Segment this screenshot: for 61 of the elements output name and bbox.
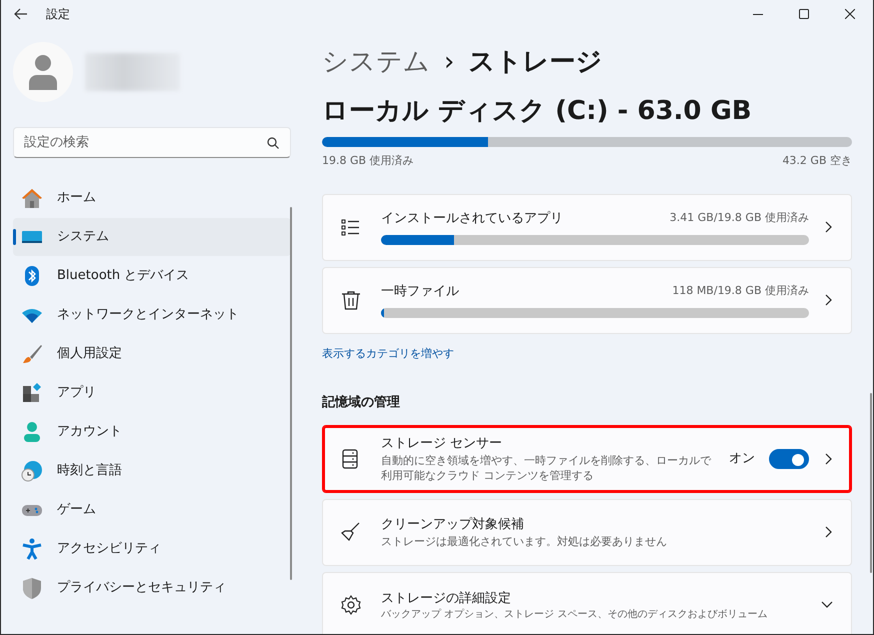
maximize-icon[interactable] (799, 9, 809, 19)
setting-description: バックアップ オプション、ストレージ スペース、その他のディスクおよびボリューム (381, 608, 768, 622)
person-icon (21, 421, 43, 443)
used-space-label: 19.8 GB 使用済み (322, 153, 414, 169)
show-more-categories-link[interactable]: 表示するカテゴリを増やす (322, 346, 454, 362)
search-icon (267, 137, 279, 149)
gear-icon (341, 595, 361, 616)
sidebar-item[interactable]: プライバシーとセキュリティ (13, 569, 291, 607)
setting-title: クリーンアップ対象候補 (381, 516, 525, 534)
page-title: ストレージ (468, 46, 602, 78)
category-usage: 118 MB/19.8 GB 使用済み (672, 283, 809, 300)
sidebar-item[interactable]: アクセシビリティ (13, 530, 291, 568)
setting-title: ストレージ センサー (381, 434, 504, 452)
sidebar-item[interactable]: ゲーム (13, 491, 291, 529)
category-title: インストールされているアプリ (381, 210, 563, 228)
list-icon (341, 217, 361, 237)
close-icon[interactable] (845, 9, 855, 19)
sidebar-item[interactable]: システム (13, 218, 291, 256)
accessibility-icon (21, 538, 43, 560)
chevron-down-icon (821, 601, 833, 610)
search-field[interactable]: 設定の検索 (13, 127, 291, 158)
setting-description: 自動的に空き領域を増やす、一時ファイルを削除する、ローカルで利用可能なクラウド コンテンツを管理する (381, 453, 711, 484)
sidebar-item[interactable]: Bluetooth とデバイス (13, 257, 291, 295)
back-arrow-icon[interactable] (14, 8, 28, 20)
free-space-label: 43.2 GB 空き (782, 153, 852, 169)
disk-title: ローカル ディスク (C:) - 63.0 GB (322, 95, 753, 128)
trash-icon (341, 290, 361, 310)
chevron-right-icon (825, 452, 833, 465)
category-card[interactable]: 一時ファイル 118 MB/19.8 GB 使用済み (322, 266, 852, 334)
home-icon (21, 187, 43, 209)
sidebar-item[interactable]: 個人用設定 (13, 335, 291, 373)
setting-description: ストレージは最適化されています。対処は必要ありません (381, 534, 668, 550)
breadcrumb-separator: › (444, 46, 454, 78)
setting-card[interactable]: ストレージの詳細設定 バックアップ オプション、ストレージ スペース、その他のディスクおよびボリューム (322, 572, 852, 634)
shield-icon (21, 577, 43, 599)
scrollbar[interactable] (290, 207, 292, 580)
section-heading: 記憶域の管理 (322, 394, 401, 412)
sidebar-item[interactable]: ネットワークとインターネット (13, 296, 291, 334)
setting-card[interactable]: ストレージ センサー 自動的に空き領域を増やす、一時ファイルを削除する、ローカルで利用可能なクラウド コンテンツを管理する オン (322, 424, 852, 493)
toggle-switch[interactable] (769, 448, 809, 469)
setting-card[interactable]: クリーンアップ対象候補 ストレージは最適化されています。対処は必要ありません (322, 498, 852, 566)
scrollbar[interactable] (870, 393, 872, 573)
globe-clock-icon (21, 460, 43, 482)
sidebar-item[interactable]: アプリ (13, 374, 291, 412)
toggle-state-label: オン (729, 450, 755, 468)
sidebar-item[interactable]: アカウント (13, 413, 291, 451)
setting-title: ストレージの詳細設定 (381, 590, 512, 608)
broom-icon (341, 522, 361, 542)
sidebar-item[interactable]: ホーム (13, 179, 291, 217)
chevron-right-icon (825, 221, 833, 233)
apps-icon (21, 382, 43, 404)
category-usage: 3.41 GB/19.8 GB 使用済み (670, 210, 809, 226)
person-silhouette-icon (29, 54, 57, 90)
category-card[interactable]: インストールされているアプリ 3.41 GB/19.8 GB 使用済み (322, 194, 852, 260)
sidebar-item[interactable]: 時刻と言語 (13, 452, 291, 490)
chevron-right-icon (825, 294, 833, 306)
chevron-right-icon (825, 526, 833, 538)
category-title: 一時ファイル (381, 282, 459, 301)
breadcrumb-link[interactable]: システム (322, 42, 430, 82)
brush-icon (21, 343, 43, 365)
window-title: 設定 (46, 6, 70, 23)
